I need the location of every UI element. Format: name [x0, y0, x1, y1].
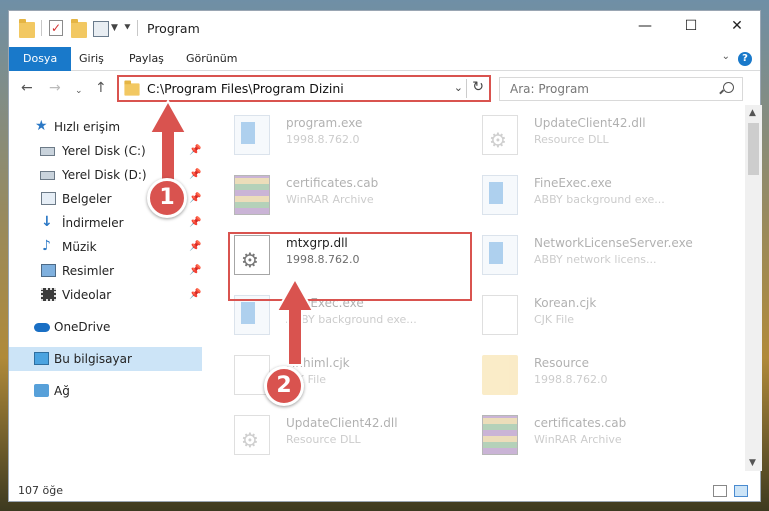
- annotation-arrows: [148, 98, 315, 366]
- arrow-2: [275, 276, 315, 366]
- arrow-1: [148, 98, 188, 185]
- callout-1: 1: [147, 178, 187, 218]
- callout-2: 2: [264, 366, 304, 406]
